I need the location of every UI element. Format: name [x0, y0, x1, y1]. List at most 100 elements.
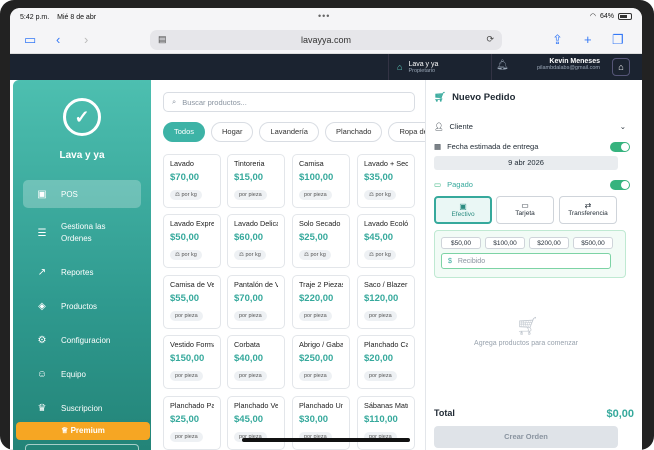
user-name: Kevin Meneses: [549, 58, 600, 65]
sidebar-item-team[interactable]: ☺ Equipo: [23, 366, 141, 382]
premium-button[interactable]: ♕ Premium: [16, 422, 150, 440]
bell-icon[interactable]: 🔔︎: [496, 60, 509, 71]
payment-transfer-button[interactable]: ⇄ Transferencia: [559, 196, 617, 224]
product-card[interactable]: Solo Secado $25,00 ⚖ por kg: [292, 214, 350, 268]
unit-badge: ⚖ por kg: [299, 250, 331, 260]
unit-label: por pieza: [239, 192, 262, 198]
unit-badge: por pieza: [234, 190, 267, 200]
amount-button[interactable]: $500,00: [573, 237, 613, 249]
brand-name: Lava y ya: [59, 150, 105, 161]
cart-icon: 🛒︎: [434, 92, 447, 103]
sidebar-item-subscription[interactable]: ♛ Suscripcion: [23, 400, 141, 416]
sidebar-item-pos[interactable]: ▣ POS: [23, 180, 141, 208]
product-name: Planchado Vestido: [234, 401, 278, 410]
card-icon: ▭: [521, 201, 529, 210]
product-card[interactable]: Planchado Camisa $20,00 por pieza: [357, 335, 415, 389]
product-card[interactable]: Saco / Blazer $120,00 por pieza: [357, 275, 415, 329]
product-card[interactable]: Abrigo / Gabardina $250,00 por pieza: [292, 335, 350, 389]
product-price: $35,00: [364, 172, 394, 183]
new-tab-icon[interactable]: +: [584, 32, 592, 47]
account-store-button[interactable]: ⌂: [612, 58, 630, 76]
unit-label: por pieza: [175, 434, 198, 440]
unit-label: por kg: [310, 252, 326, 258]
received-placeholder: Recibido: [457, 258, 486, 265]
sidebar-item-orders[interactable]: ☰ Gestiona las Ordenes: [23, 220, 141, 246]
unit-label: por pieza: [239, 313, 262, 319]
product-name: Lavado Ecológico: [364, 219, 408, 228]
product-card[interactable]: Camisa $100,00 por pieza: [292, 154, 350, 208]
sidebar-footer-button[interactable]: [25, 444, 139, 450]
address-bar[interactable]: ▤ lavayya.com ⟳: [150, 30, 502, 50]
business-switcher[interactable]: ⌂ Lava y ya Propietario: [388, 54, 492, 80]
forward-icon[interactable]: ›: [84, 32, 88, 47]
payment-cash-button[interactable]: ▣ Efectivo: [434, 196, 492, 224]
product-card[interactable]: Lavado Express $50,00 ⚖ por kg: [163, 214, 221, 268]
category-chip-lavanderia[interactable]: Lavandería: [259, 122, 319, 142]
search-input[interactable]: ⌕ Buscar productos...: [163, 92, 415, 112]
product-price: $20,00: [364, 353, 394, 364]
delivery-date-toggle[interactable]: [610, 142, 630, 152]
team-icon: ☺: [36, 368, 48, 380]
create-order-button[interactable]: Crear Orden: [434, 426, 618, 448]
cash-icon: ▣: [459, 202, 467, 211]
product-card[interactable]: Lavado + Secado $35,00 ⚖ por kg: [357, 154, 415, 208]
product-name: Tintoreria: [234, 159, 265, 168]
sidebar-item-settings[interactable]: ⚙ Configuracion: [23, 332, 141, 348]
product-card[interactable]: Pantalón de Vestir $70,00 por pieza: [227, 275, 285, 329]
sidebar-toggle-icon[interactable]: ▭: [24, 32, 36, 48]
date-picker[interactable]: 9 abr 2026: [434, 156, 618, 170]
payment-card-button[interactable]: ▭ Tarjeta: [496, 196, 554, 224]
product-card[interactable]: Traje 2 Piezas $220,00 por pieza: [292, 275, 350, 329]
page-settings-icon[interactable]: ▤: [158, 34, 167, 45]
product-card[interactable]: Camisa de Vestir $55,00 por pieza: [163, 275, 221, 329]
user-info[interactable]: Kevin Meneses pilambdalabs@gmail.com: [537, 58, 600, 71]
product-card[interactable]: Lavado Delicado $60,00 ⚖ por kg: [227, 214, 285, 268]
unit-badge: ⚖ por kg: [170, 250, 202, 260]
unit-label: por pieza: [239, 373, 262, 379]
search-placeholder: Buscar productos...: [182, 97, 247, 107]
product-price: $55,00: [170, 293, 200, 304]
back-icon[interactable]: ‹: [56, 32, 60, 47]
transfer-icon: ⇄: [584, 201, 592, 210]
reload-icon[interactable]: ⟳: [486, 34, 494, 45]
category-chip-todos[interactable]: Todos: [163, 122, 206, 142]
multitask-dots-icon[interactable]: •••: [318, 11, 330, 21]
unit-label: por kg: [375, 192, 391, 198]
product-price: $100,00: [299, 172, 334, 183]
unit-badge: ⚖ por kg: [234, 250, 266, 260]
category-chip-hogar[interactable]: Hogar: [211, 122, 254, 142]
product-card[interactable]: Corbata $40,00 por pieza: [227, 335, 285, 389]
product-card[interactable]: Tintoreria $15,00 por pieza: [227, 154, 285, 208]
sidebar-item-products[interactable]: ◈ Productos: [23, 298, 141, 314]
tabs-icon[interactable]: ❐: [612, 32, 624, 48]
user-email: pilambdalabs@gmail.com: [536, 65, 600, 71]
sidebar-item-reports[interactable]: ↗ Reportes: [23, 264, 141, 280]
unit-badge: por pieza: [170, 371, 203, 381]
unit-label: por kg: [181, 192, 197, 198]
sidebar: ✓ Lava y ya ▣ POS ☰ Gestiona las Ordenes…: [13, 80, 151, 450]
amount-button[interactable]: $50,00: [441, 237, 481, 249]
product-name: Traje 2 Piezas: [299, 280, 343, 289]
received-input[interactable]: $ Recibido: [441, 253, 611, 269]
product-card[interactable]: Planchado Pantalón $25,00 por pieza: [163, 396, 221, 450]
amount-button[interactable]: $100,00: [485, 237, 525, 249]
product-price: $250,00: [299, 353, 334, 364]
client-select[interactable]: 👤︎ Cliente ⌄: [434, 122, 634, 131]
product-name: Lavado Express: [170, 219, 214, 228]
paid-toggle[interactable]: [610, 180, 630, 190]
amount-button[interactable]: $200,00: [529, 237, 569, 249]
product-price: $60,00: [234, 232, 264, 243]
total-row: Total $0,00: [434, 408, 634, 420]
product-card[interactable]: Lavado Ecológico $45,00 ⚖ por kg: [357, 214, 415, 268]
home-indicator: [242, 438, 410, 442]
product-card[interactable]: Lavado $70,00 ⚖ por kg: [163, 154, 221, 208]
product-card[interactable]: Vestido Formal $150,00 por pieza: [163, 335, 221, 389]
product-price: $70,00: [170, 172, 200, 183]
product-price: $150,00: [170, 353, 205, 364]
product-name: Lavado Delicado: [234, 219, 278, 228]
category-chip-ropa-de-cama[interactable]: Ropa de Cama: [388, 122, 425, 142]
share-icon[interactable]: ⇪: [552, 32, 563, 48]
delivery-date-row: ▦ Fecha estimada de entrega: [434, 142, 634, 151]
category-chip-planchado[interactable]: Planchado: [324, 122, 383, 142]
status-date: Mié 8 de abr: [57, 13, 97, 21]
